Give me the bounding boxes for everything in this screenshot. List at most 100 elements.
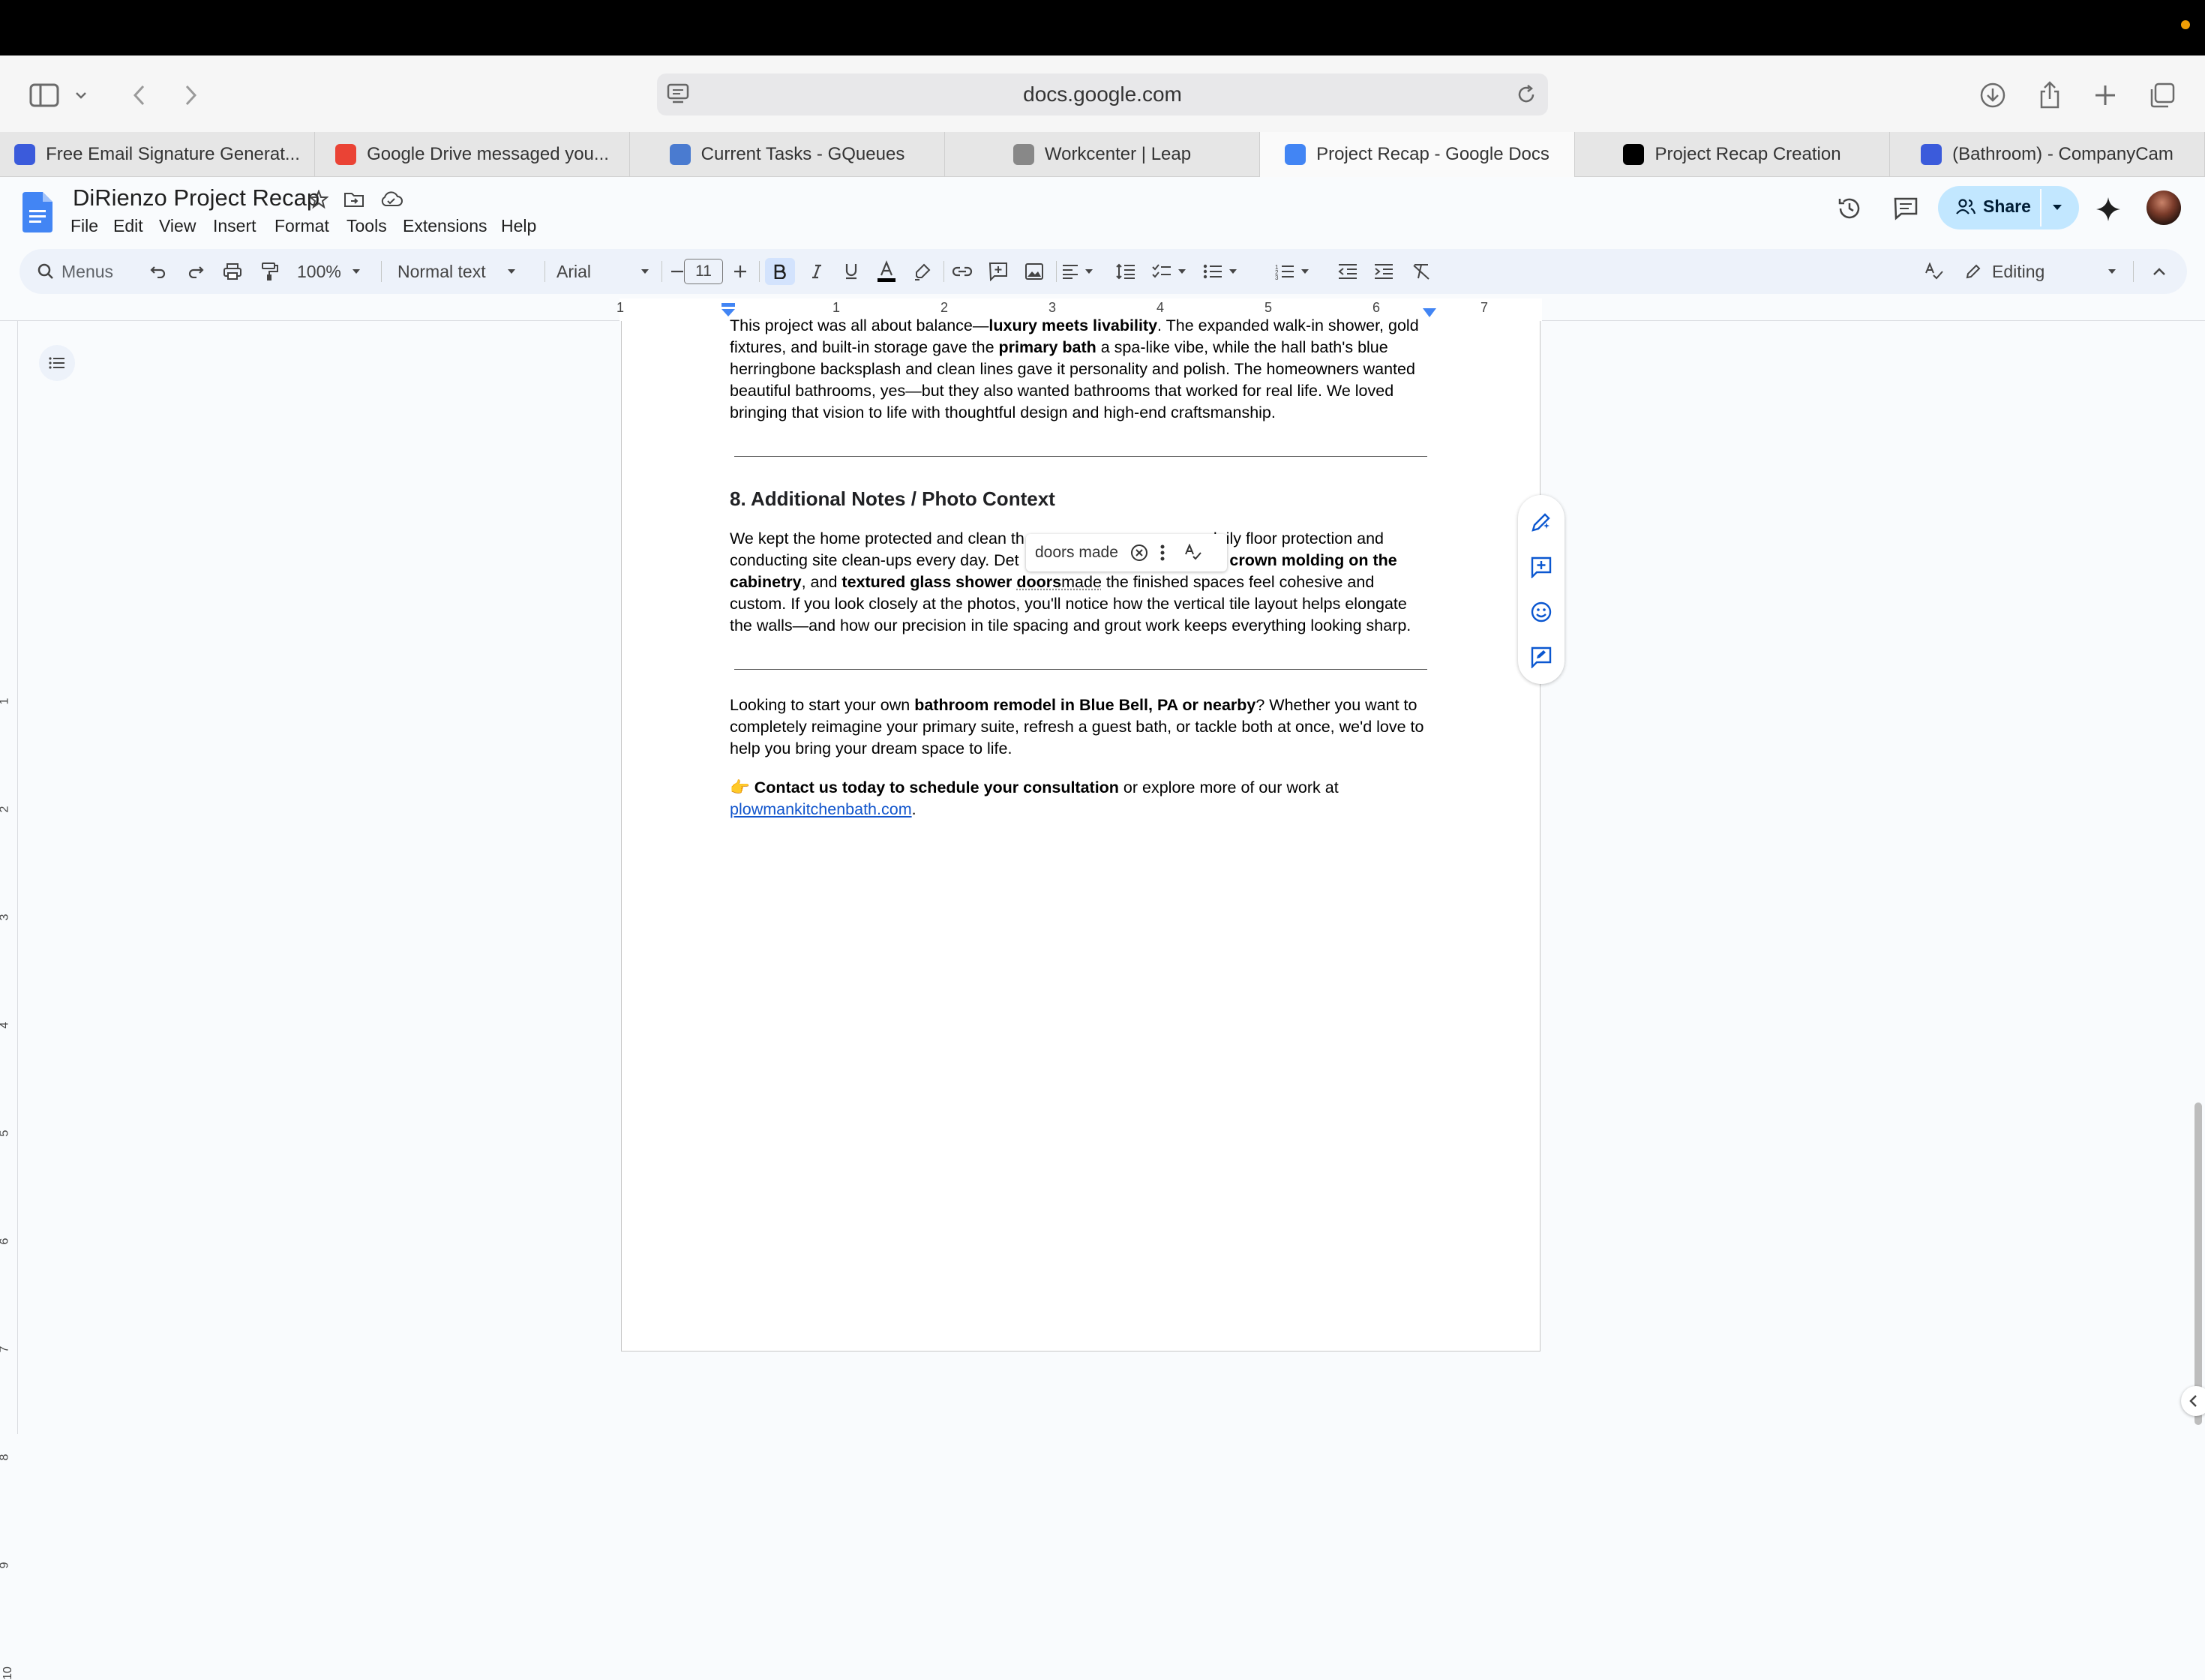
vruler-tick-label: 7 bbox=[0, 1346, 11, 1353]
people-icon bbox=[1956, 199, 1976, 214]
address-bar[interactable]: docs.google.com bbox=[657, 74, 1548, 116]
back-icon[interactable] bbox=[120, 76, 158, 114]
document-title[interactable]: DiRienzo Project Recap bbox=[73, 184, 320, 212]
star-icon[interactable] bbox=[309, 190, 328, 209]
increase-font-size-icon[interactable] bbox=[729, 258, 752, 285]
chevron-down-icon bbox=[1085, 269, 1093, 274]
spelling-suggestion[interactable]: doors made bbox=[1035, 544, 1118, 562]
document-page[interactable]: This project was all about balance—luxur… bbox=[621, 316, 1540, 1352]
browser-tab[interactable]: Project Recap Creation bbox=[1575, 132, 1890, 177]
document-outline-button[interactable] bbox=[39, 345, 75, 381]
browser-tab[interactable]: Project Recap - Google Docs bbox=[1260, 132, 1575, 177]
avatar[interactable] bbox=[2146, 190, 2181, 225]
spelling-suggestion-popup: doors made bbox=[1026, 534, 1227, 572]
share-dropdown-icon bbox=[2053, 205, 2062, 210]
tab-label: (Bathroom) - CompanyCam bbox=[1952, 144, 2174, 164]
dismiss-icon[interactable] bbox=[1130, 544, 1148, 562]
tab-label: Current Tasks - GQueues bbox=[700, 144, 905, 164]
suggest-edits-icon[interactable] bbox=[1528, 644, 1555, 670]
chevron-down-icon[interactable] bbox=[69, 76, 93, 114]
text-color-button[interactable] bbox=[874, 258, 898, 285]
text-run: , and bbox=[801, 573, 842, 591]
menu-edit[interactable]: Edit bbox=[113, 216, 143, 236]
line-spacing-icon[interactable] bbox=[1113, 258, 1138, 285]
docs-icon bbox=[1285, 144, 1306, 165]
text-run: or explore more of our work at bbox=[1118, 778, 1339, 796]
download-icon[interactable] bbox=[1974, 76, 2012, 114]
undo-icon[interactable] bbox=[147, 258, 170, 285]
help-me-write-icon[interactable] bbox=[1528, 508, 1555, 536]
zoom-select[interactable]: 100% bbox=[297, 258, 361, 285]
bold-text: luxury meets livability bbox=[988, 316, 1158, 334]
scrollbar-thumb[interactable] bbox=[2194, 1102, 2202, 1425]
sidebar-toggle-icon[interactable] bbox=[26, 76, 63, 114]
align-select[interactable] bbox=[1062, 258, 1094, 285]
print-icon[interactable] bbox=[220, 258, 244, 285]
reload-icon[interactable] bbox=[1515, 83, 1538, 106]
clear-formatting-icon[interactable] bbox=[1408, 258, 1434, 285]
move-folder-icon[interactable] bbox=[344, 190, 364, 208]
leap-icon bbox=[1012, 144, 1034, 165]
editing-mode-select[interactable]: Editing bbox=[1965, 258, 2116, 285]
decrease-indent-icon[interactable] bbox=[1335, 258, 1360, 285]
chevron-down-icon bbox=[2108, 269, 2116, 274]
share-page-icon[interactable] bbox=[2031, 76, 2068, 114]
floating-action-panel bbox=[1518, 495, 1564, 684]
share-button[interactable]: Share bbox=[1938, 186, 2079, 230]
add-comment-icon[interactable] bbox=[1528, 554, 1555, 580]
insert-link-icon[interactable] bbox=[950, 258, 975, 285]
spelling-check-icon[interactable] bbox=[1184, 544, 1202, 562]
numbered-list-select[interactable]: 123 bbox=[1275, 258, 1310, 285]
version-history-icon[interactable] bbox=[1836, 195, 1863, 222]
browser-tab[interactable]: Current Tasks - GQueues bbox=[630, 132, 945, 177]
paint-format-icon[interactable] bbox=[258, 258, 282, 285]
menu-tools[interactable]: Tools bbox=[346, 216, 387, 236]
companycam-icon bbox=[1921, 144, 1942, 165]
bold-button[interactable] bbox=[765, 258, 795, 285]
more-options-icon[interactable] bbox=[1160, 544, 1165, 561]
comments-icon[interactable] bbox=[1893, 196, 1918, 220]
tab-label: Workcenter | Leap bbox=[1044, 144, 1192, 164]
menu-view[interactable]: View bbox=[159, 216, 196, 236]
checklist-select[interactable] bbox=[1152, 258, 1186, 285]
bold-text: Contact us today to schedule your consul… bbox=[754, 778, 1119, 796]
tab-overview-icon[interactable] bbox=[2144, 76, 2181, 114]
browser-tab[interactable]: (Bathroom) - CompanyCam bbox=[1890, 132, 2205, 177]
font-size-input[interactable]: 11 bbox=[684, 259, 723, 284]
underline-button[interactable] bbox=[840, 258, 862, 285]
horizontal-rule bbox=[734, 669, 1427, 670]
insert-image-icon[interactable] bbox=[1022, 258, 1047, 285]
text-run: We kept the home protected and clean th bbox=[730, 530, 1024, 548]
website-link[interactable]: plowmankitchenbath.com bbox=[730, 800, 912, 818]
browser-tab[interactable]: Workcenter | Leap bbox=[945, 132, 1260, 177]
menu-extensions[interactable]: Extensions bbox=[403, 216, 488, 236]
docs-logo-icon[interactable] bbox=[22, 192, 52, 232]
emoji-reaction-icon[interactable] bbox=[1528, 598, 1555, 626]
insert-comment-icon[interactable] bbox=[986, 258, 1011, 285]
forward-icon[interactable] bbox=[172, 76, 210, 114]
bold-text: bathroom remodel in Blue Bell, PA or nea… bbox=[914, 696, 1256, 714]
menu-format[interactable]: Format bbox=[274, 216, 329, 236]
page-settings-icon[interactable] bbox=[666, 82, 692, 105]
browser-tab[interactable]: Free Email Signature Generat... bbox=[0, 132, 315, 177]
hide-menus-icon[interactable] bbox=[2148, 258, 2170, 285]
increase-indent-icon[interactable] bbox=[1371, 258, 1396, 285]
highlight-color-icon[interactable] bbox=[910, 258, 934, 285]
new-tab-icon[interactable] bbox=[2086, 76, 2124, 114]
paragraph-style-select[interactable]: Normal text bbox=[398, 258, 516, 285]
gemini-icon[interactable] bbox=[2096, 196, 2121, 222]
cloud-saved-icon[interactable] bbox=[380, 190, 404, 208]
menu-file[interactable]: File bbox=[70, 216, 98, 236]
spelling-check-icon[interactable] bbox=[1922, 258, 1947, 285]
browser-tab[interactable]: Google Drive messaged you... bbox=[315, 132, 630, 177]
font-select[interactable]: Arial bbox=[548, 258, 652, 285]
redo-icon[interactable] bbox=[184, 258, 207, 285]
menu-insert[interactable]: Insert bbox=[213, 216, 256, 236]
vruler-tick-label: 8 bbox=[0, 1454, 11, 1461]
italic-button[interactable] bbox=[806, 258, 828, 285]
side-panel-toggle[interactable] bbox=[2181, 1386, 2205, 1416]
menu-search[interactable]: Menus bbox=[38, 258, 113, 285]
bulleted-list-select[interactable] bbox=[1203, 258, 1238, 285]
ruler-tick-label: 1 bbox=[616, 300, 625, 315]
menu-help[interactable]: Help bbox=[501, 216, 536, 236]
